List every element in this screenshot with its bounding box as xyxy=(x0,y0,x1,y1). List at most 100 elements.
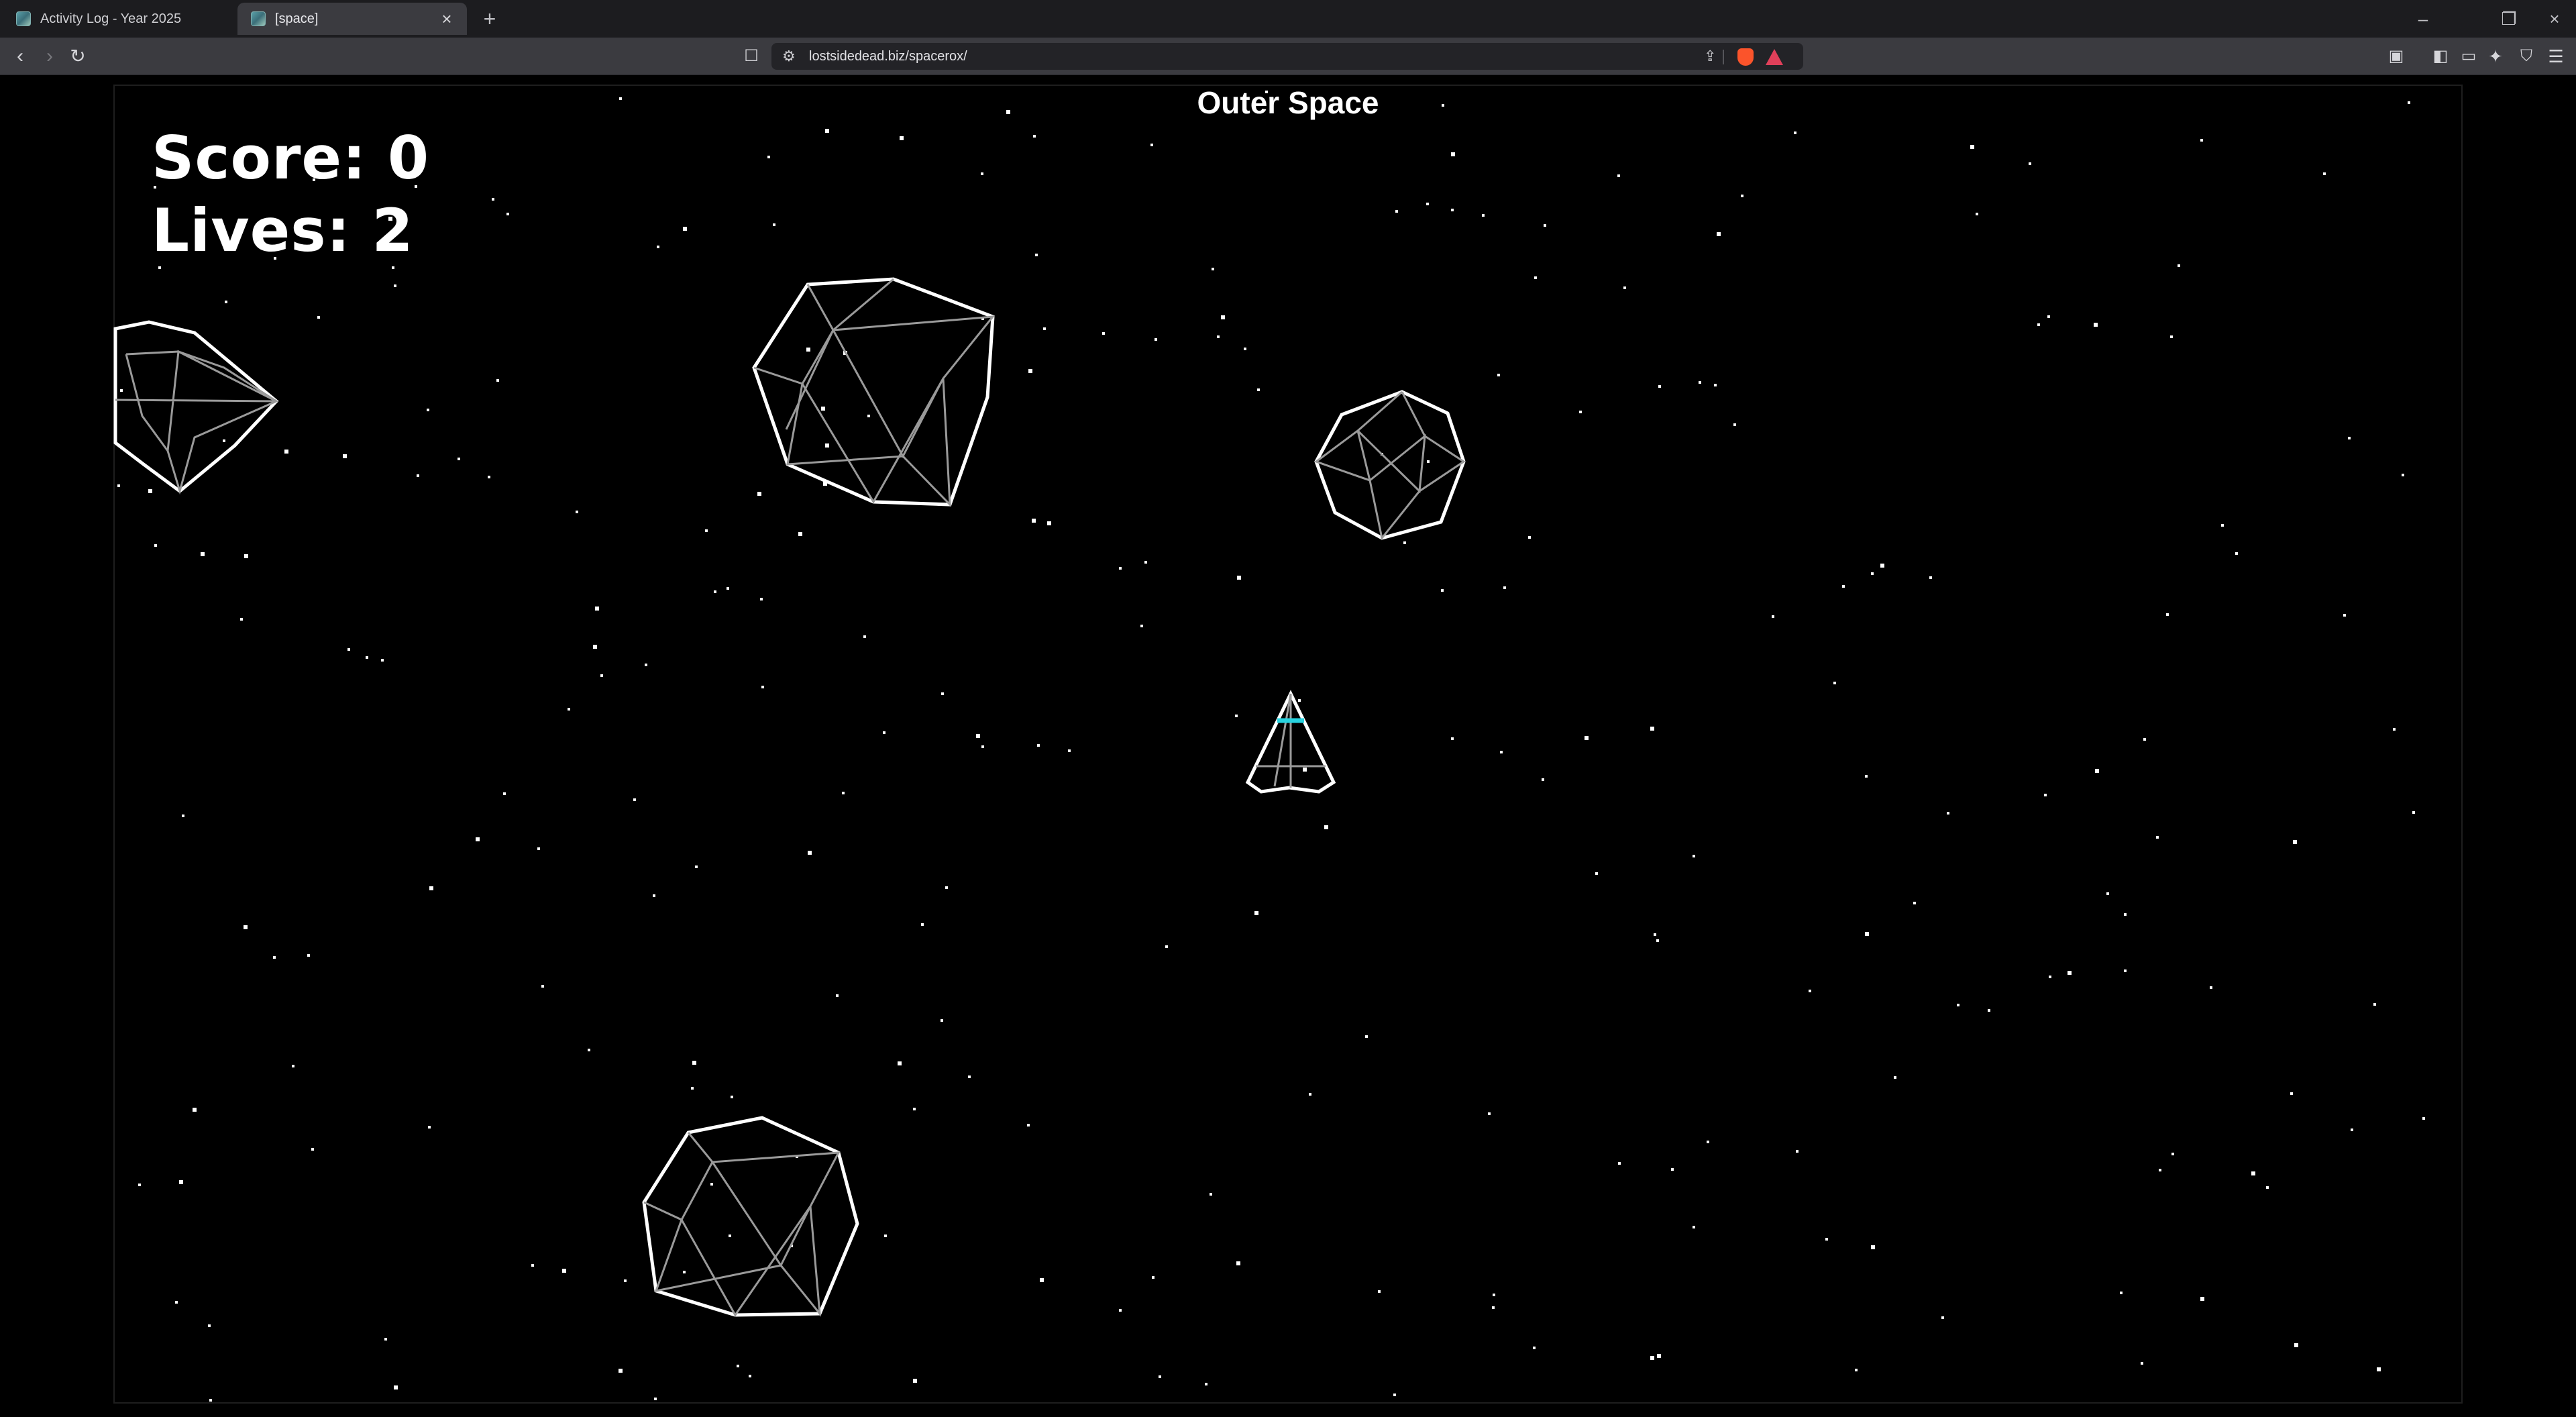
share-icon[interactable]: ⇪ xyxy=(1704,43,1716,70)
star xyxy=(1035,254,1038,256)
bookmark-icon[interactable]: ☐ xyxy=(738,43,765,70)
wallet-icon[interactable]: ▭ xyxy=(2455,43,2482,70)
star xyxy=(1027,1124,1030,1126)
star xyxy=(821,407,825,411)
star xyxy=(2171,1153,2174,1155)
back-icon[interactable]: ‹ xyxy=(7,43,34,70)
vpn-icon[interactable]: ⛉ xyxy=(2513,43,2540,70)
star xyxy=(1150,144,1153,146)
leo-ai-icon[interactable]: ✦ xyxy=(2482,43,2509,70)
star xyxy=(1152,1276,1155,1279)
star xyxy=(900,136,904,140)
star xyxy=(1451,737,1454,740)
star xyxy=(1244,348,1246,350)
star xyxy=(1809,990,1811,992)
forward-icon[interactable]: › xyxy=(36,43,63,70)
star xyxy=(798,532,802,536)
star xyxy=(2106,892,2109,895)
star xyxy=(683,227,687,231)
close-window-icon[interactable]: × xyxy=(2536,4,2573,34)
star xyxy=(760,598,763,600)
star xyxy=(562,1269,566,1273)
star xyxy=(2120,1292,2123,1294)
star xyxy=(808,851,812,855)
star xyxy=(691,1087,694,1090)
star xyxy=(867,415,870,417)
star xyxy=(773,223,775,226)
star xyxy=(653,894,655,897)
menu-icon[interactable]: ☰ xyxy=(2542,43,2569,70)
star xyxy=(2124,969,2127,972)
star xyxy=(1880,564,1884,568)
star xyxy=(1794,132,1796,134)
star xyxy=(749,1375,751,1377)
star xyxy=(458,458,460,460)
star xyxy=(531,1264,534,1267)
star xyxy=(1043,327,1046,330)
star xyxy=(311,1148,314,1151)
media-icon[interactable]: ▣ xyxy=(2383,43,2410,70)
star xyxy=(692,1061,696,1065)
lives-display: Lives: 2 xyxy=(152,196,414,265)
star xyxy=(1650,1356,1654,1360)
tab-activity-log[interactable]: Activity Log - Year 2025 xyxy=(3,3,232,35)
star xyxy=(729,1235,731,1237)
star xyxy=(1482,214,1485,217)
star xyxy=(2373,1003,2376,1006)
star xyxy=(175,1301,178,1304)
star xyxy=(381,659,384,662)
star xyxy=(1913,902,1916,904)
star xyxy=(182,815,184,817)
star xyxy=(1693,1226,1695,1228)
star xyxy=(1988,1009,1990,1012)
brave-shields-icon[interactable] xyxy=(1737,48,1754,66)
star xyxy=(1068,749,1071,752)
star xyxy=(2210,986,2212,989)
star xyxy=(2124,913,2127,916)
tab-strip: Activity Log - Year 2025 [space] × + – ❐… xyxy=(0,0,2576,38)
star xyxy=(120,389,123,392)
restore-icon[interactable]: ❐ xyxy=(2490,4,2528,34)
star xyxy=(1393,1394,1396,1396)
star xyxy=(223,439,225,442)
sidebar-icon[interactable]: ◧ xyxy=(2427,43,2454,70)
star xyxy=(1542,778,1544,781)
star xyxy=(1717,232,1721,236)
star xyxy=(913,1108,916,1110)
star xyxy=(1671,1168,1674,1171)
new-tab-icon[interactable]: + xyxy=(476,5,503,32)
star xyxy=(1500,751,1503,753)
star xyxy=(179,1180,183,1184)
brave-rewards-icon[interactable] xyxy=(1766,49,1783,65)
star xyxy=(209,1399,212,1402)
star xyxy=(496,379,499,382)
asteroid xyxy=(113,320,279,495)
player-ship xyxy=(1245,690,1336,794)
star xyxy=(825,443,829,448)
close-tab-icon[interactable]: × xyxy=(437,9,456,30)
star xyxy=(1159,1375,1161,1378)
star xyxy=(1855,1369,1858,1371)
star xyxy=(1733,423,1736,426)
address-bar[interactable]: ⚙ lostsidedead.biz/spacerox/ ⇪ xyxy=(771,43,1803,70)
game-title: Outer Space xyxy=(1197,85,1379,120)
minimize-icon[interactable]: – xyxy=(2404,4,2442,34)
star xyxy=(2221,524,2224,527)
reload-icon[interactable]: ↻ xyxy=(64,43,91,70)
star xyxy=(981,745,984,748)
star xyxy=(1427,460,1430,463)
star xyxy=(2323,172,2326,175)
star xyxy=(492,198,494,201)
url-text[interactable]: lostsidedead.biz/spacerox/ xyxy=(809,43,967,70)
star xyxy=(273,956,276,959)
starfield xyxy=(117,91,2425,1402)
tab-space[interactable]: [space] × xyxy=(237,3,467,35)
star xyxy=(1451,152,1455,156)
star xyxy=(343,454,347,458)
star xyxy=(593,645,597,649)
star xyxy=(1656,939,1659,942)
star xyxy=(2251,1171,2255,1175)
site-info-icon[interactable]: ⚙ xyxy=(782,43,796,70)
star xyxy=(1741,195,1743,197)
star xyxy=(1205,1383,1208,1385)
